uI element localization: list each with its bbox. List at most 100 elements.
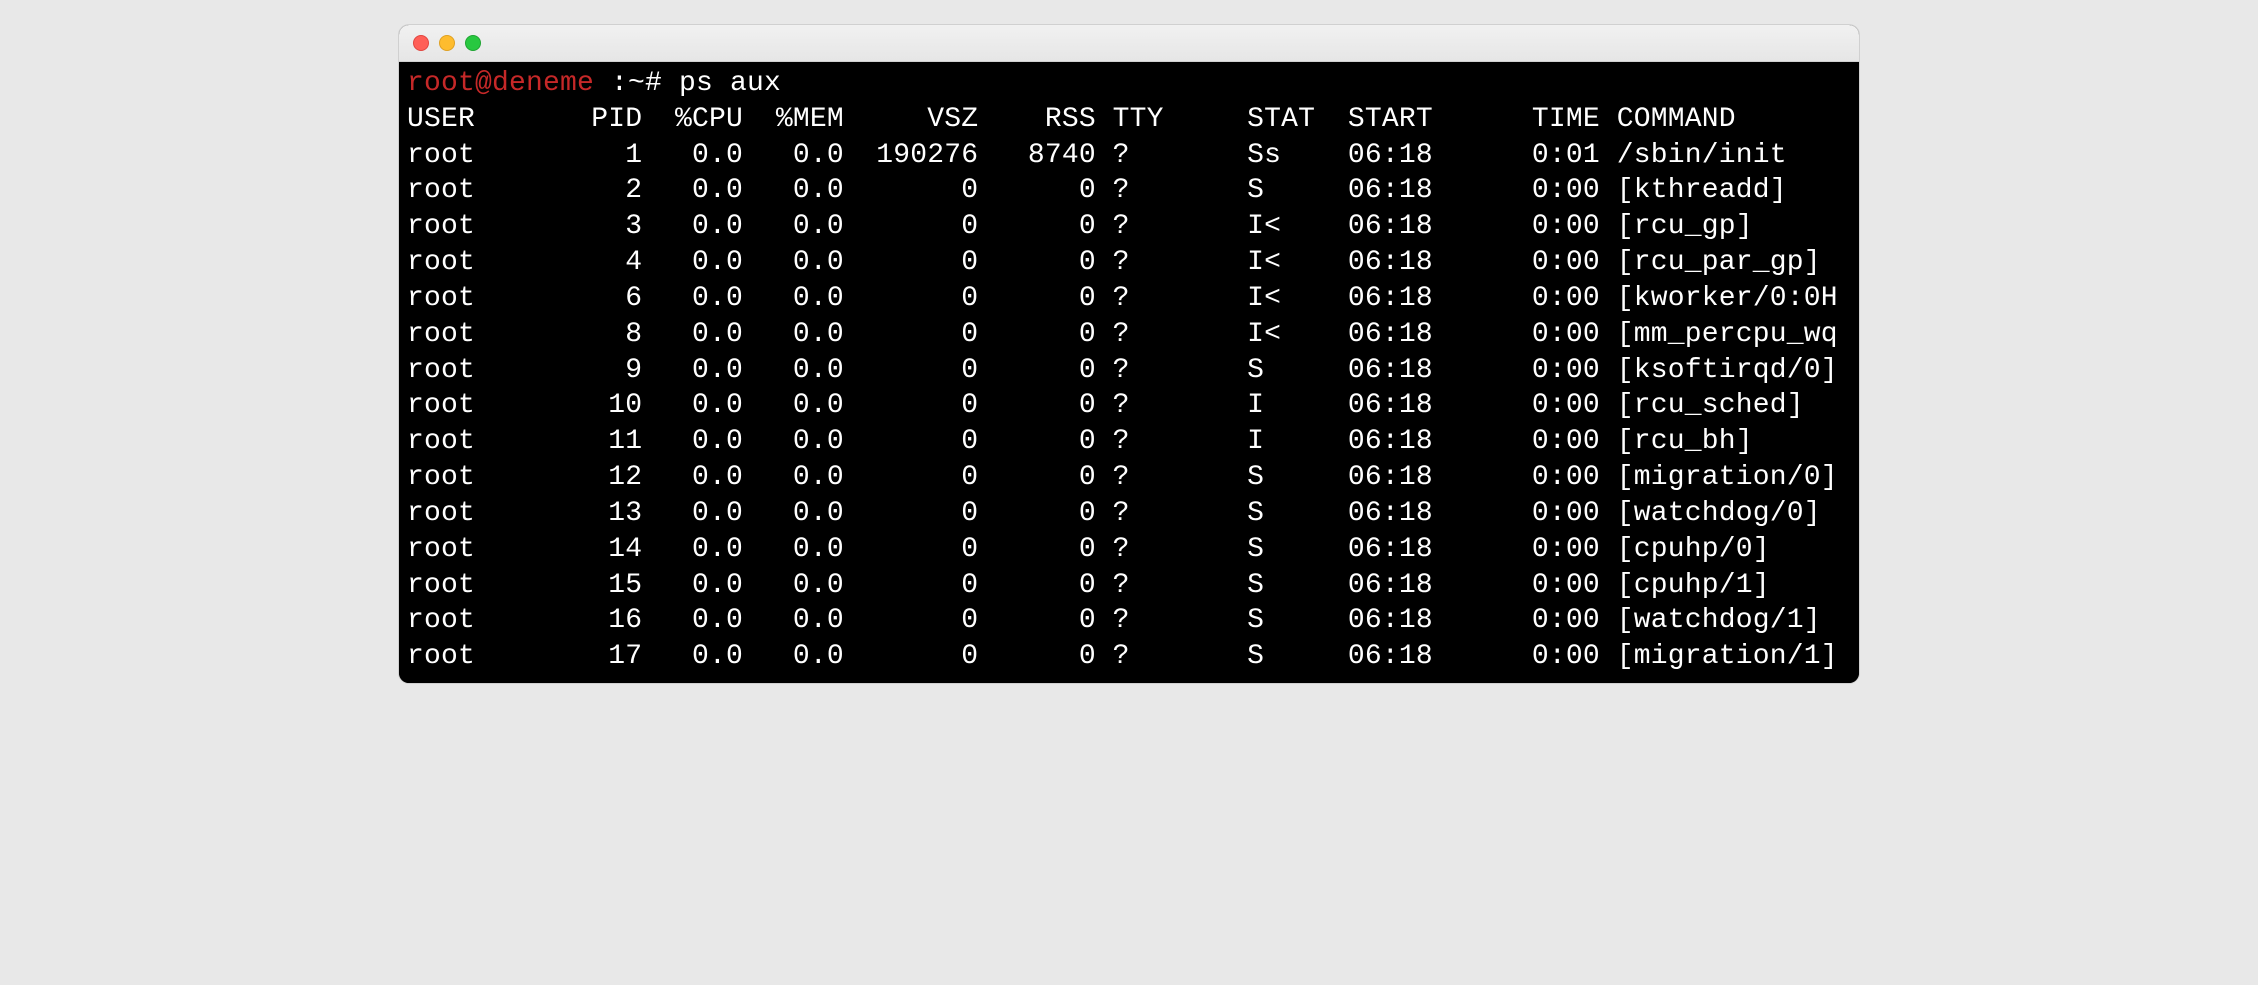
cell-rss: 8740	[978, 138, 1096, 174]
ps-row: root110.00.000?I06:180:00[rcu_bh]	[407, 424, 1851, 460]
ps-row: root20.00.000?S06:180:00[kthreadd]	[407, 173, 1851, 209]
cell-vsz: 0	[844, 568, 978, 604]
cell-cpu: 0.0	[642, 603, 743, 639]
cell-start: 06:18	[1348, 532, 1482, 568]
cell-rss: 0	[978, 281, 1096, 317]
cell-stat: S	[1247, 460, 1348, 496]
cell-pid: 11	[558, 424, 642, 460]
cell-vsz: 0	[844, 532, 978, 568]
cell-time: 0:00	[1482, 281, 1600, 317]
cell-start: 06:18	[1348, 353, 1482, 389]
cell-stat: S	[1247, 353, 1348, 389]
cell-time: 0:00	[1482, 317, 1600, 353]
cell-start: 06:18	[1348, 245, 1482, 281]
cell-vsz: 0	[844, 173, 978, 209]
cell-vsz: 0	[844, 639, 978, 675]
close-icon[interactable]	[413, 35, 429, 51]
cell-pid: 15	[558, 568, 642, 604]
ps-row: root30.00.000?I<06:180:00[rcu_gp]	[407, 209, 1851, 245]
cell-tty: ?	[1096, 138, 1247, 174]
cell-cpu: 0.0	[642, 568, 743, 604]
cell-time: 0:01	[1482, 138, 1600, 174]
cell-tty: ?	[1096, 603, 1247, 639]
ps-row: root90.00.000?S06:180:00[ksoftirqd/0]	[407, 353, 1851, 389]
cell-user: root	[407, 281, 558, 317]
cell-cmd: [rcu_bh]	[1600, 424, 1753, 460]
cell-mem: 0.0	[743, 568, 844, 604]
cell-rss: 0	[978, 209, 1096, 245]
cell-tty: ?	[1096, 173, 1247, 209]
cell-vsz: 190276	[844, 138, 978, 174]
cell-vsz: 0	[844, 496, 978, 532]
cell-stat: S	[1247, 568, 1348, 604]
prompt-separator: :~#	[594, 68, 679, 99]
cell-user: root	[407, 353, 558, 389]
zoom-icon[interactable]	[465, 35, 481, 51]
cell-pid: 16	[558, 603, 642, 639]
cell-vsz: 0	[844, 388, 978, 424]
ps-row: root60.00.000?I<06:180:00[kworker/0:0H	[407, 281, 1851, 317]
cell-cmd: [rcu_gp]	[1600, 209, 1753, 245]
cell-stat: I<	[1247, 317, 1348, 353]
cell-stat: S	[1247, 639, 1348, 675]
cell-mem: 0.0	[743, 138, 844, 174]
cell-time: 0:00	[1482, 388, 1600, 424]
cell-user: root	[407, 639, 558, 675]
cell-cmd: [rcu_par_gp]	[1600, 245, 1821, 281]
cell-stat: S	[1247, 173, 1348, 209]
cell-time: 0:00	[1482, 173, 1600, 209]
cell-mem: 0.0	[743, 245, 844, 281]
cell-stat: Ss	[1247, 138, 1348, 174]
cell-vsz: 0	[844, 209, 978, 245]
terminal-body[interactable]: root@deneme :~# ps auxUSERPID%CPU%MEMVSZ…	[399, 62, 1859, 683]
terminal-window: root@deneme :~# ps auxUSERPID%CPU%MEMVSZ…	[399, 25, 1859, 683]
cell-cpu: 0.0	[642, 496, 743, 532]
cell-tty: ?	[1096, 424, 1247, 460]
ps-row: root160.00.000?S06:180:00[watchdog/1]	[407, 603, 1851, 639]
ps-row: root140.00.000?S06:180:00[cpuhp/0]	[407, 532, 1851, 568]
minimize-icon[interactable]	[439, 35, 455, 51]
cell-cmd: [kthreadd]	[1600, 173, 1787, 209]
cell-rss: 0	[978, 424, 1096, 460]
cell-start: 06:18	[1348, 138, 1482, 174]
cell-user: root	[407, 460, 558, 496]
cell-vsz: 0	[844, 460, 978, 496]
cell-pid: 3	[558, 209, 642, 245]
ps-header-row: USERPID%CPU%MEMVSZRSSTTYSTATSTARTTIMECOM…	[407, 102, 1851, 138]
cell-user: root	[407, 245, 558, 281]
cell-vsz: 0	[844, 245, 978, 281]
cell-rss: 0	[978, 639, 1096, 675]
cell-start: 06:18	[1348, 388, 1482, 424]
cell-cmd: [rcu_sched]	[1600, 388, 1804, 424]
cell-time: 0:00	[1482, 496, 1600, 532]
cell-user: root	[407, 603, 558, 639]
hdr-stat: STAT	[1247, 102, 1348, 138]
prompt-command: ps aux	[679, 68, 781, 99]
cell-rss: 0	[978, 353, 1096, 389]
cell-mem: 0.0	[743, 603, 844, 639]
cell-user: root	[407, 532, 558, 568]
prompt-userhost: root@deneme	[407, 68, 594, 99]
cell-cpu: 0.0	[642, 639, 743, 675]
cell-rss: 0	[978, 568, 1096, 604]
hdr-pid: PID	[558, 102, 642, 138]
cell-pid: 6	[558, 281, 642, 317]
cell-user: root	[407, 173, 558, 209]
cell-start: 06:18	[1348, 568, 1482, 604]
cell-cpu: 0.0	[642, 532, 743, 568]
cell-cmd: [kworker/0:0H	[1600, 281, 1838, 317]
cell-rss: 0	[978, 388, 1096, 424]
cell-rss: 0	[978, 496, 1096, 532]
cell-pid: 9	[558, 353, 642, 389]
cell-cpu: 0.0	[642, 460, 743, 496]
cell-user: root	[407, 568, 558, 604]
cell-vsz: 0	[844, 281, 978, 317]
cell-pid: 14	[558, 532, 642, 568]
ps-row: root150.00.000?S06:180:00[cpuhp/1]	[407, 568, 1851, 604]
window-titlebar	[399, 25, 1859, 62]
cell-cmd: [migration/1]	[1600, 639, 1838, 675]
ps-row: root10.00.01902768740?Ss06:180:01/sbin/i…	[407, 138, 1851, 174]
cell-stat: I	[1247, 388, 1348, 424]
hdr-start: START	[1348, 102, 1482, 138]
hdr-vsz: VSZ	[844, 102, 978, 138]
